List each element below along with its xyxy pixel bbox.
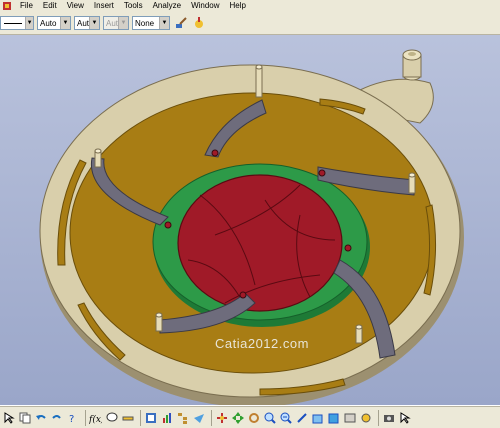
3d-viewport[interactable]: Catia2012.com <box>0 35 500 405</box>
fit-all-icon[interactable] <box>215 411 228 424</box>
help-icon[interactable]: ? <box>66 411 79 424</box>
hide-show-icon[interactable] <box>343 411 356 424</box>
catalog-icon[interactable] <box>144 411 157 424</box>
app-icon[interactable] <box>2 1 12 11</box>
transparency-value: Aut <box>77 18 89 28</box>
fx-icon[interactable]: f(x) <box>89 411 102 424</box>
graphic-properties-toolbar: ▼ Auto ▼ Aut ▼ Aut ▼ None ▼ <box>0 12 500 35</box>
line-type-preview <box>4 22 23 24</box>
rotate-icon[interactable] <box>247 411 260 424</box>
layer-select[interactable]: None ▼ <box>132 16 170 30</box>
chevron-down-icon[interactable]: ▼ <box>25 17 33 29</box>
toolbar-separator <box>211 409 212 426</box>
paint-brush-icon[interactable] <box>173 15 189 31</box>
toolbar-separator <box>140 409 141 426</box>
layer-value: None <box>135 18 155 28</box>
line-type-select[interactable]: ▼ <box>0 16 34 30</box>
chevron-down-icon[interactable]: ▼ <box>159 17 169 29</box>
copy-icon[interactable] <box>18 411 31 424</box>
toolbar-separator <box>85 409 86 426</box>
fly-icon[interactable] <box>192 411 205 424</box>
shading-icon[interactable] <box>327 411 340 424</box>
transparency-select[interactable]: Aut ▼ <box>74 16 100 30</box>
menu-edit[interactable]: Edit <box>38 0 62 12</box>
line-weight-select: Aut ▼ <box>103 16 129 30</box>
menu-view[interactable]: View <box>62 0 89 12</box>
svg-text:f(x): f(x) <box>89 414 102 424</box>
menu-tools[interactable]: Tools <box>119 0 148 12</box>
menu-file[interactable]: File <box>15 0 38 12</box>
menu-window[interactable]: Window <box>186 0 224 12</box>
select-icon[interactable] <box>2 411 15 424</box>
menu-insert[interactable]: Insert <box>89 0 119 12</box>
menu-analyze[interactable]: Analyze <box>148 0 186 12</box>
toolbar-separator <box>378 409 379 426</box>
menu-bar: File Edit View Insert Tools Analyze Wind… <box>0 0 500 12</box>
measure-icon[interactable] <box>121 411 134 424</box>
normal-view-icon[interactable] <box>295 411 308 424</box>
watermark-text: Catia2012.com <box>215 336 309 351</box>
line-thickness-select[interactable]: Auto ▼ <box>37 16 71 30</box>
comment-icon[interactable] <box>105 411 118 424</box>
undo-icon[interactable] <box>34 411 47 424</box>
analysis-icon[interactable] <box>160 411 173 424</box>
zoom-out-icon[interactable] <box>279 411 292 424</box>
chevron-down-icon: ▼ <box>118 17 128 29</box>
views-icon[interactable] <box>311 411 324 424</box>
line-weight-value: Aut <box>106 18 118 28</box>
copy-properties-icon[interactable] <box>191 15 207 31</box>
chevron-down-icon[interactable]: ▼ <box>60 17 70 29</box>
capture-icon[interactable] <box>382 411 395 424</box>
menu-help[interactable]: Help <box>225 0 251 12</box>
zoom-in-icon[interactable] <box>263 411 276 424</box>
line-thickness-value: Auto <box>40 18 57 28</box>
svg-text:?: ? <box>69 414 74 424</box>
swap-icon[interactable] <box>359 411 372 424</box>
pointer-icon[interactable] <box>398 411 411 424</box>
iris-blades <box>177 174 343 312</box>
tree-icon[interactable] <box>176 411 189 424</box>
chevron-down-icon[interactable]: ▼ <box>89 17 99 29</box>
bottom-toolbar: ? f(x) <box>0 406 500 428</box>
pan-icon[interactable] <box>231 411 244 424</box>
redo-icon[interactable] <box>50 411 63 424</box>
